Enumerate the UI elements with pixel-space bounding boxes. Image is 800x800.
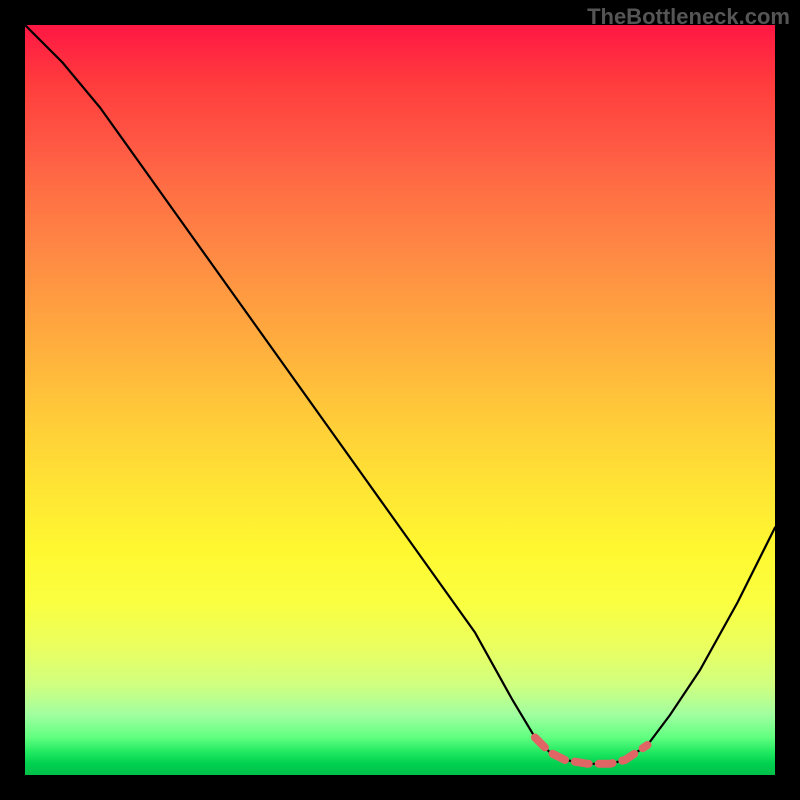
highlight-segment bbox=[535, 738, 648, 764]
watermark-text: TheBottleneck.com bbox=[587, 4, 790, 30]
chart-svg bbox=[25, 25, 775, 775]
bottleneck-curve-line bbox=[25, 25, 775, 764]
plot-area bbox=[25, 25, 775, 775]
